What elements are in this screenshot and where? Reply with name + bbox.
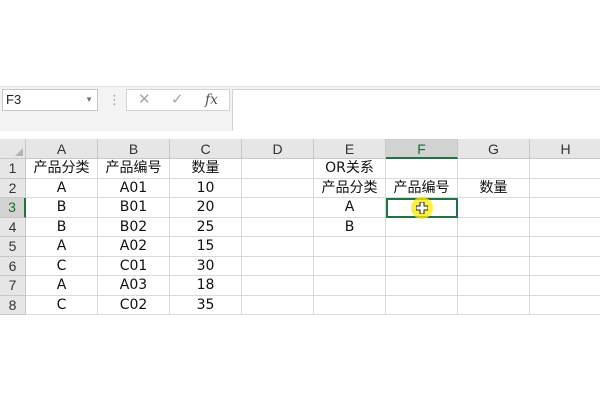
cell-h4[interactable] [530,218,600,237]
cell-e8[interactable] [314,295,386,315]
cell-g8[interactable] [458,295,530,315]
column-header-d[interactable]: D [242,139,314,159]
select-all-button[interactable] [0,139,26,159]
cell-h7[interactable] [530,276,600,296]
cell-h6[interactable] [530,257,600,276]
cell-a5[interactable]: A [26,237,98,257]
cell-c2[interactable]: 10 [170,178,242,198]
formula-input[interactable] [232,89,600,131]
cell-g1[interactable] [458,159,530,179]
cell-e6[interactable] [314,256,386,276]
cell-e3[interactable]: A [314,198,386,218]
cell-f8[interactable] [386,295,458,315]
more-options-icon[interactable]: ⋮ [108,93,121,107]
cell-a2[interactable]: A [26,178,98,198]
column-header-e[interactable]: E [314,139,386,159]
cell-c6[interactable]: 30 [170,256,242,276]
row-header-2[interactable]: 2 [0,178,26,198]
cell-c4[interactable]: 25 [170,217,242,237]
name-box-value: F3 [6,92,22,107]
cell-c3[interactable]: 20 [170,198,242,218]
cell-a1[interactable]: 产品分类 [26,159,98,179]
cell-c1[interactable]: 数量 [170,159,242,179]
chevron-down-icon[interactable]: ▼ [85,90,93,110]
cell-g5[interactable] [458,237,530,257]
row-header-7[interactable]: 7 [0,276,26,296]
row-header-1[interactable]: 1 [0,159,26,179]
cell-g4[interactable] [458,217,530,237]
cell-c8[interactable]: 35 [170,295,242,315]
cell-g6[interactable] [458,256,530,276]
row-header-6[interactable]: 6 [0,256,26,276]
formula-bar: F3 ▼ ⋮ ✕ ✓ fx [0,86,600,131]
cell-d6[interactable] [242,256,314,276]
cell-a3[interactable]: B [26,198,98,218]
cell-d2[interactable] [242,178,314,198]
cell-g3[interactable] [458,198,530,218]
cell-b1[interactable]: 产品编号 [98,159,170,179]
column-header-a[interactable]: A [26,139,98,159]
cell-b4[interactable]: B02 [98,217,170,237]
cell-f5[interactable] [386,237,458,257]
cell-d7[interactable] [242,276,314,296]
cell-c5[interactable]: 15 [170,237,242,257]
column-header-c[interactable]: C [170,139,242,159]
cell-b6[interactable]: C01 [98,256,170,276]
cell-h8[interactable] [530,296,600,315]
cell-e2[interactable]: 产品分类 [314,178,386,198]
cell-d5[interactable] [242,237,314,257]
cell-h3[interactable] [530,198,600,218]
cell-g7[interactable] [458,276,530,296]
column-header-b[interactable]: B [98,139,170,159]
cell-a7[interactable]: A [26,276,98,296]
cell-e5[interactable] [314,237,386,257]
cell-d3[interactable] [242,198,314,218]
cell-e4[interactable]: B [314,217,386,237]
name-box[interactable]: F3 ▼ [2,89,98,111]
cell-f4[interactable] [386,217,458,237]
cell-b5[interactable]: A02 [98,237,170,257]
cell-a6[interactable]: C [26,256,98,276]
cell-b8[interactable]: C02 [98,295,170,315]
cell-b3[interactable]: B01 [98,198,170,218]
cell-a8[interactable]: C [26,295,98,315]
cell-d1[interactable] [242,159,314,179]
cell-h2[interactable] [530,179,600,198]
cell-a4[interactable]: B [26,217,98,237]
cell-c7[interactable]: 18 [170,276,242,296]
column-header-g[interactable]: G [458,139,530,159]
row-header-4[interactable]: 4 [0,217,26,237]
formula-buttons: ✕ ✓ fx [126,89,230,111]
cell-d8[interactable] [242,295,314,315]
cell-h1[interactable] [530,159,600,179]
column-header-h[interactable]: H [530,139,600,159]
cell-f1[interactable] [386,159,458,179]
row-header-5[interactable]: 5 [0,237,26,257]
insert-function-button[interactable]: fx [205,91,218,109]
column-header-f[interactable]: F [386,139,458,159]
row-header-8[interactable]: 8 [0,295,26,315]
cell-f7[interactable] [386,276,458,296]
cell-d4[interactable] [242,217,314,237]
cell-h5[interactable] [530,237,600,257]
cell-b7[interactable]: A03 [98,276,170,296]
check-icon[interactable]: ✓ [171,91,184,109]
x-icon[interactable]: ✕ [138,91,151,109]
cell-g2[interactable]: 数量 [458,178,530,198]
plus-cursor-icon [416,202,428,214]
cell-b2[interactable]: A01 [98,178,170,198]
cell-f6[interactable] [386,256,458,276]
cell-f2[interactable]: 产品编号 [386,178,458,198]
row-header-3[interactable]: 3 [0,198,26,218]
cell-e7[interactable] [314,276,386,296]
cell-e1[interactable]: OR关系 [314,159,386,179]
